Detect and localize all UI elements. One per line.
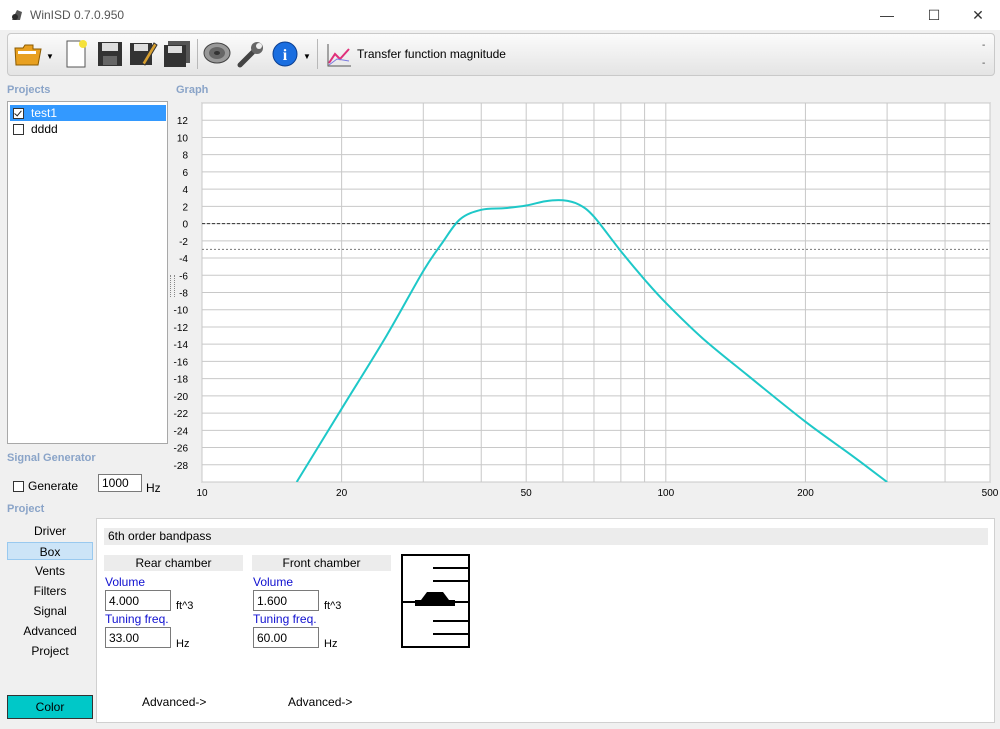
nav-box[interactable]: Box <box>7 542 93 560</box>
project-header: Project <box>7 503 45 515</box>
rear-volume-unit: ft^3 <box>176 600 194 612</box>
frequency-unit: Hz <box>146 481 161 495</box>
rear-tuning-unit: Hz <box>176 638 190 650</box>
y-tick-label: -28 <box>174 461 189 472</box>
y-tick-label: -14 <box>174 340 189 351</box>
nav-signal[interactable]: Signal <box>7 602 93 620</box>
y-tick-label: -6 <box>179 271 188 282</box>
y-tick-label: 0 <box>182 220 188 231</box>
y-tick-label: -8 <box>179 289 188 300</box>
y-tick-label: -10 <box>174 306 189 317</box>
frequency-input[interactable]: 1000 <box>98 474 142 492</box>
generate-label: Generate <box>28 479 79 493</box>
x-tick-label: 10 <box>196 488 208 499</box>
y-tick-label: -4 <box>179 254 188 265</box>
nav-driver[interactable]: Driver <box>7 522 93 540</box>
x-tick-label: 100 <box>657 488 674 499</box>
y-tick-label: 10 <box>177 133 189 144</box>
y-tick-label: -22 <box>174 409 189 420</box>
generate-toggle[interactable]: Generate <box>13 479 78 493</box>
nav-project[interactable]: Project <box>7 642 93 660</box>
y-tick-label: 6 <box>182 168 188 179</box>
y-tick-label: -18 <box>174 375 189 386</box>
generate-checkbox[interactable] <box>13 480 24 492</box>
rear-advanced-link[interactable]: Advanced-> <box>142 695 206 709</box>
y-tick-label: -12 <box>174 323 189 334</box>
x-tick-label: 50 <box>521 488 533 499</box>
box-type-label: 6th order bandpass <box>104 528 988 545</box>
y-tick-label: 8 <box>182 151 188 162</box>
front-tuning-unit: Hz <box>324 638 338 650</box>
box-panel <box>96 518 995 723</box>
signal-generator-header: Signal Generator <box>7 452 96 464</box>
rear-tuning-input[interactable]: 33.00 <box>105 627 171 648</box>
front-advanced-link[interactable]: Advanced-> <box>288 695 352 709</box>
front-chamber-header: Front chamber <box>252 555 391 571</box>
y-tick-label: 4 <box>182 185 188 196</box>
y-tick-label: -16 <box>174 357 189 368</box>
color-button[interactable]: Color <box>7 695 93 719</box>
nav-vents[interactable]: Vents <box>7 562 93 580</box>
rear-chamber-header: Rear chamber <box>104 555 243 571</box>
y-tick-label: -20 <box>174 392 189 403</box>
graph-plot[interactable]: 121086420-2-4-6-8-10-12-14-16-18-20-22-2… <box>0 0 1000 510</box>
rear-volume-label: Volume <box>105 575 146 589</box>
x-tick-label: 200 <box>797 488 814 499</box>
nav-advanced[interactable]: Advanced <box>7 622 93 640</box>
nav-filters[interactable]: Filters <box>7 582 93 600</box>
bandpass-box-diagram-icon <box>401 554 470 648</box>
y-tick-label: 12 <box>177 116 189 127</box>
rear-tuning-label: Tuning freq. <box>105 612 169 626</box>
y-tick-label: -24 <box>174 426 189 437</box>
front-volume-unit: ft^3 <box>324 600 342 612</box>
front-tuning-label: Tuning freq. <box>253 612 317 626</box>
x-tick-label: 500 <box>982 488 999 499</box>
y-tick-label: 2 <box>182 202 188 213</box>
front-tuning-input[interactable]: 60.00 <box>253 627 319 648</box>
rear-volume-input[interactable]: 4.000 <box>105 590 171 611</box>
front-volume-input[interactable]: 1.600 <box>253 590 319 611</box>
y-tick-label: -26 <box>174 444 189 455</box>
y-tick-label: -2 <box>179 237 188 248</box>
x-tick-label: 20 <box>336 488 348 499</box>
front-volume-label: Volume <box>253 575 294 589</box>
